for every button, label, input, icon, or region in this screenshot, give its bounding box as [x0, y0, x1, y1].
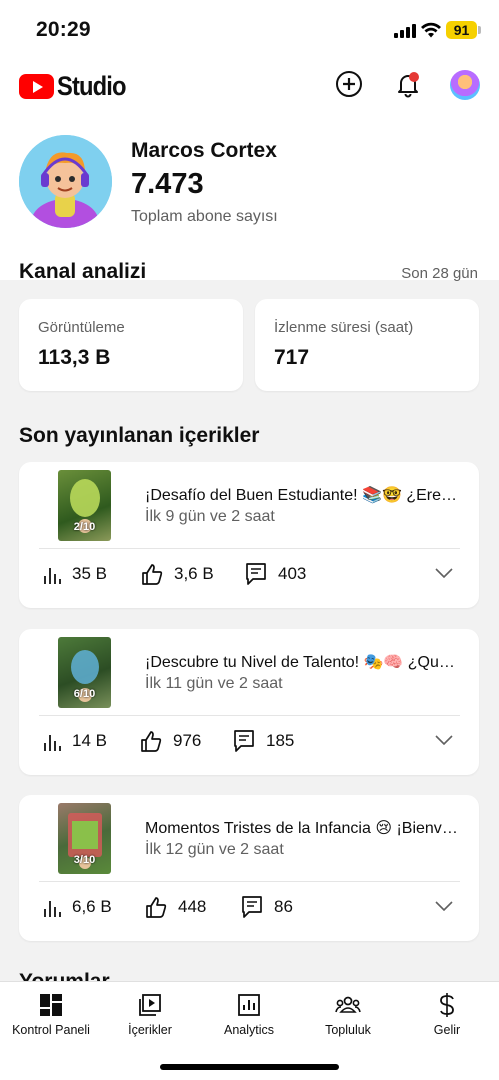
thumbs-up-icon — [141, 731, 162, 752]
battery-indicator: 91 — [446, 21, 477, 39]
earn-icon — [440, 993, 454, 1017]
subscriber-count: 7.473 — [131, 168, 204, 200]
video-age: İlk 12 gün ve 2 saat — [145, 841, 284, 858]
channel-avatar — [19, 135, 112, 228]
analytics-icon — [238, 994, 260, 1016]
card-divider — [39, 881, 460, 882]
logo-text: Studio — [57, 71, 127, 101]
views-bar-icon — [44, 568, 61, 584]
content-card[interactable]: 6/10 ¡Descubre tu Nivel de Talento! 🎭🧠 ¿… — [19, 629, 479, 775]
dashboard-icon — [40, 994, 62, 1016]
app-header: Studio — [0, 58, 499, 114]
views-metric: 35 B — [43, 562, 107, 586]
youtube-play-icon — [19, 74, 54, 99]
battery-tip — [478, 26, 481, 34]
video-thumbnail[interactable]: 2/10 — [58, 470, 111, 541]
likes-metric: 3,6 B — [141, 562, 214, 586]
nav-label: Topluluk — [325, 1023, 371, 1037]
likes-value: 448 — [178, 897, 207, 916]
account-avatar[interactable] — [450, 70, 480, 100]
card-divider — [39, 715, 460, 716]
comment-icon — [234, 730, 254, 752]
chevron-down-icon[interactable] — [435, 901, 453, 911]
chevron-down-icon[interactable] — [435, 568, 453, 578]
thumbnail-label: 6/10 — [73, 688, 96, 700]
comments-value: 185 — [266, 731, 295, 750]
comments-metric: 86 — [241, 895, 293, 919]
content-card[interactable]: 2/10 ¡Desafío del Buen Estudiante! 📚🤓 ¿E… — [19, 462, 479, 608]
cellular-signal-icon — [394, 24, 416, 38]
video-thumbnail[interactable]: 6/10 — [58, 637, 111, 708]
comments-value: 403 — [278, 564, 307, 583]
views-metric: 14 B — [43, 729, 107, 753]
notifications-bell-icon[interactable] — [393, 69, 423, 99]
stat-label: Görüntüleme — [38, 319, 125, 336]
stat-label: İzlenme süresi (saat) — [274, 319, 414, 336]
nav-label: Analytics — [223, 1023, 275, 1037]
likes-value: 976 — [173, 731, 202, 750]
community-icon — [335, 996, 361, 1013]
status-time: 20:29 — [36, 18, 91, 41]
create-plus-icon[interactable] — [334, 69, 364, 99]
video-age: İlk 11 gün ve 2 saat — [145, 675, 283, 692]
comment-icon — [246, 563, 266, 585]
thumbs-up-icon — [142, 564, 163, 585]
video-title: ¡Descubre tu Nivel de Talento! 🎭🧠 ¿Qué t… — [145, 654, 460, 671]
thumbnail-label: 3/10 — [73, 854, 96, 866]
likes-metric: 448 — [145, 895, 206, 919]
likes-value: 3,6 B — [174, 564, 214, 583]
video-title: Momentos Tristes de la Infancia 😢 ¡Bienv… — [145, 820, 460, 837]
analytics-period: Son 28 gün — [401, 265, 478, 282]
analytics-title: Kanal analizi — [19, 260, 147, 283]
video-thumbnail[interactable]: 3/10 — [58, 803, 111, 874]
nav-label: İçerikler — [128, 1023, 172, 1037]
nav-analytics[interactable]: Analytics — [199, 990, 299, 1037]
nav-community[interactable]: Topluluk — [298, 990, 398, 1037]
thumbnail-label: 2/10 — [73, 521, 96, 533]
wifi-icon — [421, 22, 441, 38]
video-age: İlk 9 gün ve 2 saat — [145, 508, 275, 525]
nav-content[interactable]: İçerikler — [100, 990, 200, 1037]
subscriber-label: Toplam abone sayısı — [131, 208, 278, 225]
views-value: 14 B — [72, 731, 107, 750]
likes-metric: 976 — [140, 729, 201, 753]
recent-content-title: Son yayınlanan içerikler — [19, 424, 260, 447]
watch-time-card[interactable]: İzlenme süresi (saat) 717 — [255, 299, 479, 391]
views-card[interactable]: Görüntüleme 113,3 B — [19, 299, 243, 391]
content-icon — [139, 994, 161, 1016]
card-divider — [39, 548, 460, 549]
views-bar-icon — [44, 735, 61, 751]
stat-value: 113,3 B — [38, 346, 111, 369]
chevron-down-icon[interactable] — [435, 735, 453, 745]
home-indicator — [160, 1064, 339, 1070]
views-value: 6,6 B — [72, 897, 112, 916]
thumbs-up-icon — [146, 897, 167, 918]
content-card[interactable]: 3/10 Momentos Tristes de la Infancia 😢 ¡… — [19, 795, 479, 941]
nav-dashboard[interactable]: Kontrol Paneli — [1, 990, 101, 1037]
comments-metric: 185 — [233, 729, 294, 753]
status-bar: 20:29 91 — [0, 0, 499, 58]
views-metric: 6,6 B — [43, 895, 112, 919]
stat-value: 717 — [274, 346, 310, 369]
channel-name: Marcos Cortex — [131, 139, 277, 162]
nav-earn[interactable]: Gelir — [397, 990, 497, 1037]
comments-value: 86 — [274, 897, 293, 916]
comment-icon — [242, 896, 262, 918]
views-bar-icon — [44, 901, 61, 917]
video-title: ¡Desafío del Buen Estudiante! 📚🤓 ¿Eres e… — [145, 487, 460, 504]
youtube-studio-logo[interactable]: Studio — [19, 71, 135, 102]
comments-metric: 403 — [245, 562, 306, 586]
nav-label: Gelir — [433, 1023, 461, 1037]
views-value: 35 B — [72, 564, 107, 583]
nav-label: Kontrol Paneli — [12, 1023, 90, 1037]
